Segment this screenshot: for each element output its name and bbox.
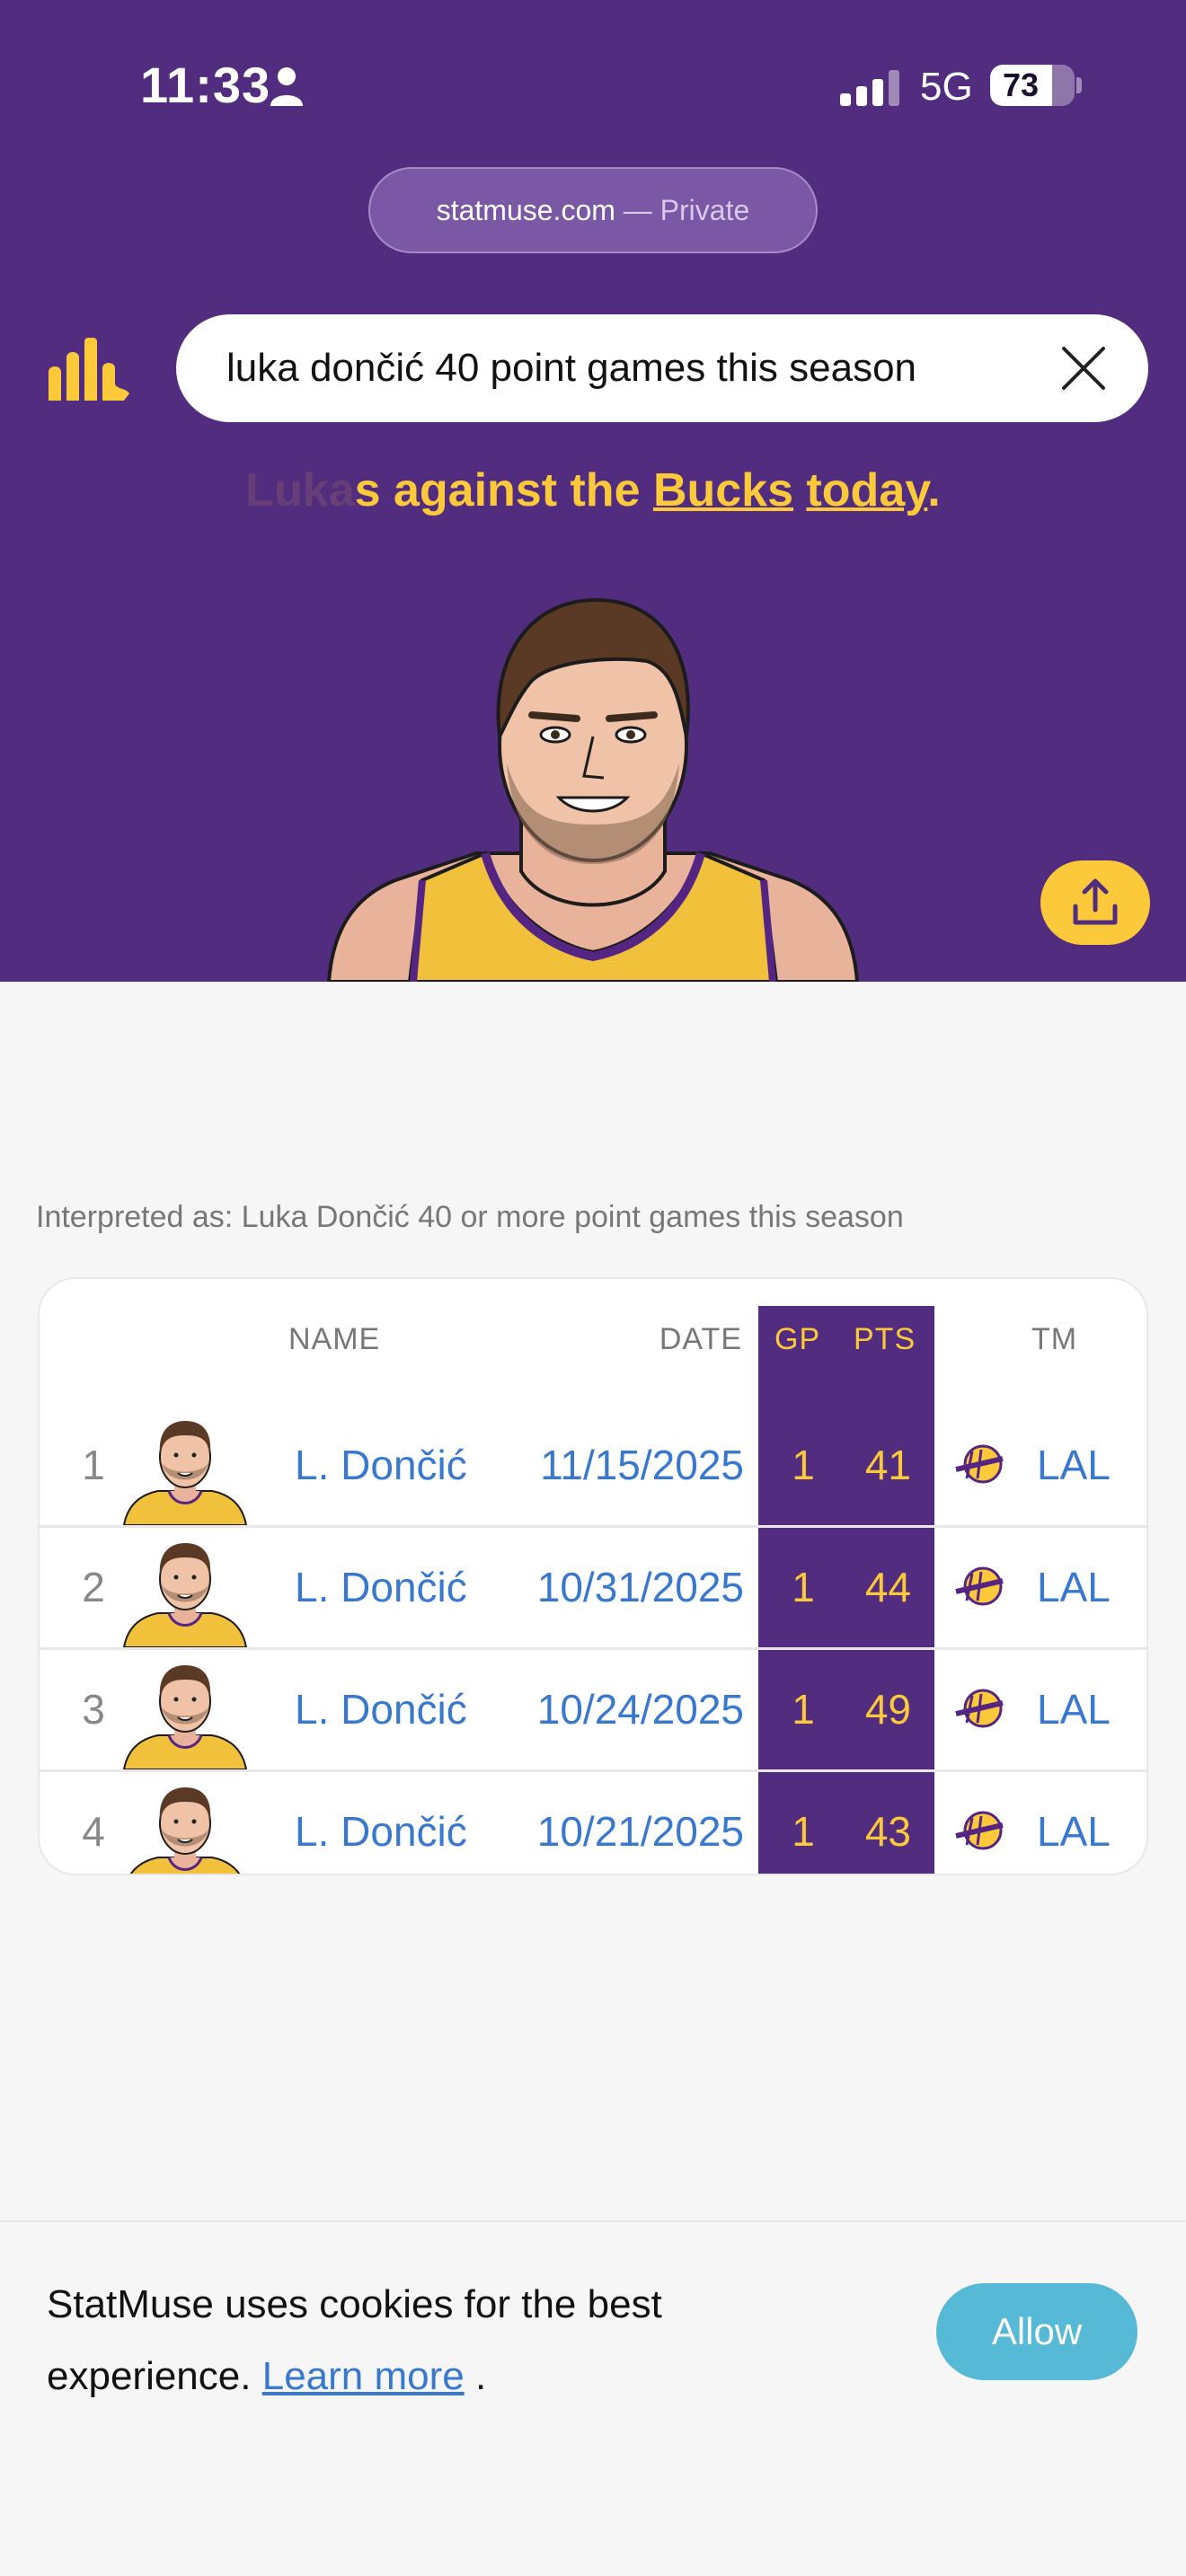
- learn-more-link[interactable]: Learn more: [262, 2354, 465, 2398]
- points: 41: [864, 1442, 911, 1488]
- lakers-logo: [955, 1444, 1004, 1484]
- statmuse-logo[interactable]: [43, 338, 133, 401]
- player-illustration: [326, 597, 860, 982]
- battery-indicator: 73: [990, 65, 1075, 106]
- games-played: 1: [792, 1808, 815, 1855]
- answer-text-before: s against the: [354, 464, 653, 516]
- player-name-link[interactable]: L. Dončić: [295, 1527, 467, 1647]
- row-rank: 2: [82, 1564, 105, 1610]
- results-table: NAME DATE GP PTS TM 1 L. Dončić 11/15/2025…: [38, 1277, 1148, 1875]
- header-pts[interactable]: PTS: [854, 1322, 916, 1357]
- player-avatar: [122, 1665, 248, 1769]
- share-button[interactable]: [1040, 860, 1150, 945]
- clear-icon[interactable]: [1060, 345, 1107, 392]
- network-label: 5G: [920, 65, 973, 109]
- hero: 11:33 5G 73 statmuse.com — Private luka …: [0, 0, 1186, 982]
- team-link[interactable]: LAL: [1037, 1649, 1111, 1769]
- row-rank: 3: [82, 1686, 105, 1733]
- team-link[interactable]: LAL: [1037, 1771, 1111, 1874]
- answer-text-after: .: [927, 464, 941, 516]
- url-bar[interactable]: statmuse.com — Private: [368, 167, 818, 253]
- player-avatar: [122, 1543, 248, 1647]
- header-tm[interactable]: TM: [1031, 1322, 1077, 1357]
- signal-icon: [840, 70, 899, 106]
- status-bar: 11:33 5G 73: [0, 0, 1186, 153]
- team-link[interactable]: LAL: [1037, 1527, 1111, 1647]
- answer-faded-text: Luka: [245, 464, 355, 516]
- game-date-link[interactable]: 10/24/2025: [476, 1649, 744, 1769]
- table-row[interactable]: 1 L. Dončić 11/15/2025 1 41 LAL: [40, 1405, 1146, 1525]
- player-name-link[interactable]: L. Dončić: [295, 1771, 467, 1874]
- player-name-link[interactable]: L. Dončić: [295, 1405, 467, 1525]
- table-row[interactable]: 4 L. Dončić 10/21/2025 1 43 LAL: [40, 1771, 1146, 1874]
- games-played: 1: [792, 1442, 815, 1488]
- battery-tip: [1076, 77, 1082, 93]
- game-date-link[interactable]: 10/31/2025: [476, 1527, 744, 1647]
- header-date[interactable]: DATE: [656, 1322, 742, 1357]
- lakers-logo: [955, 1566, 1004, 1606]
- url-private-label: — Private: [615, 194, 750, 226]
- lakers-logo: [955, 1811, 1004, 1850]
- search-box[interactable]: [176, 314, 1148, 422]
- cookie-banner: StatMuse uses cookies for the best exper…: [0, 2220, 1186, 2576]
- today-link[interactable]: today: [806, 464, 927, 516]
- table-row[interactable]: 2 L. Dončić 10/31/2025 1 44 LAL: [40, 1527, 1146, 1647]
- url-domain: statmuse.com: [436, 194, 615, 226]
- answer-text-middle: [793, 464, 806, 516]
- team-link[interactable]: LAL: [1037, 1405, 1111, 1525]
- game-date-link[interactable]: 11/15/2025: [476, 1405, 744, 1525]
- header-name[interactable]: NAME: [288, 1322, 380, 1357]
- status-time: 11:33: [140, 57, 271, 113]
- points: 43: [864, 1808, 911, 1855]
- player-name-link[interactable]: L. Dončić: [295, 1649, 467, 1769]
- player-avatar: [129, 1787, 241, 1874]
- person-icon: [270, 67, 303, 106]
- search-input[interactable]: [226, 314, 1035, 422]
- answer-text: Lukas against the Bucks today.: [0, 463, 1186, 517]
- row-rank: 4: [82, 1808, 105, 1855]
- points: 49: [864, 1686, 911, 1733]
- share-icon: [1073, 878, 1118, 925]
- interpreted-as: Interpreted as: Luka Dončić 40 or more p…: [36, 1200, 904, 1234]
- header-gp[interactable]: GP: [774, 1322, 820, 1357]
- bucks-link[interactable]: Bucks: [653, 464, 793, 516]
- points: 44: [864, 1564, 911, 1610]
- games-played: 1: [792, 1686, 815, 1733]
- games-played: 1: [792, 1564, 815, 1610]
- row-rank: 1: [82, 1442, 105, 1488]
- game-date-link[interactable]: 10/21/2025: [476, 1771, 744, 1874]
- cookie-text: StatMuse uses cookies for the best exper…: [47, 2269, 801, 2413]
- cookie-period: .: [474, 2354, 487, 2398]
- allow-button[interactable]: Allow: [936, 2283, 1137, 2380]
- lakers-logo: [955, 1689, 1004, 1728]
- battery-level: 73: [1002, 66, 1040, 103]
- player-avatar: [122, 1421, 248, 1525]
- table-row[interactable]: 3 L. Dončić 10/24/2025 1 49 LAL: [40, 1649, 1146, 1769]
